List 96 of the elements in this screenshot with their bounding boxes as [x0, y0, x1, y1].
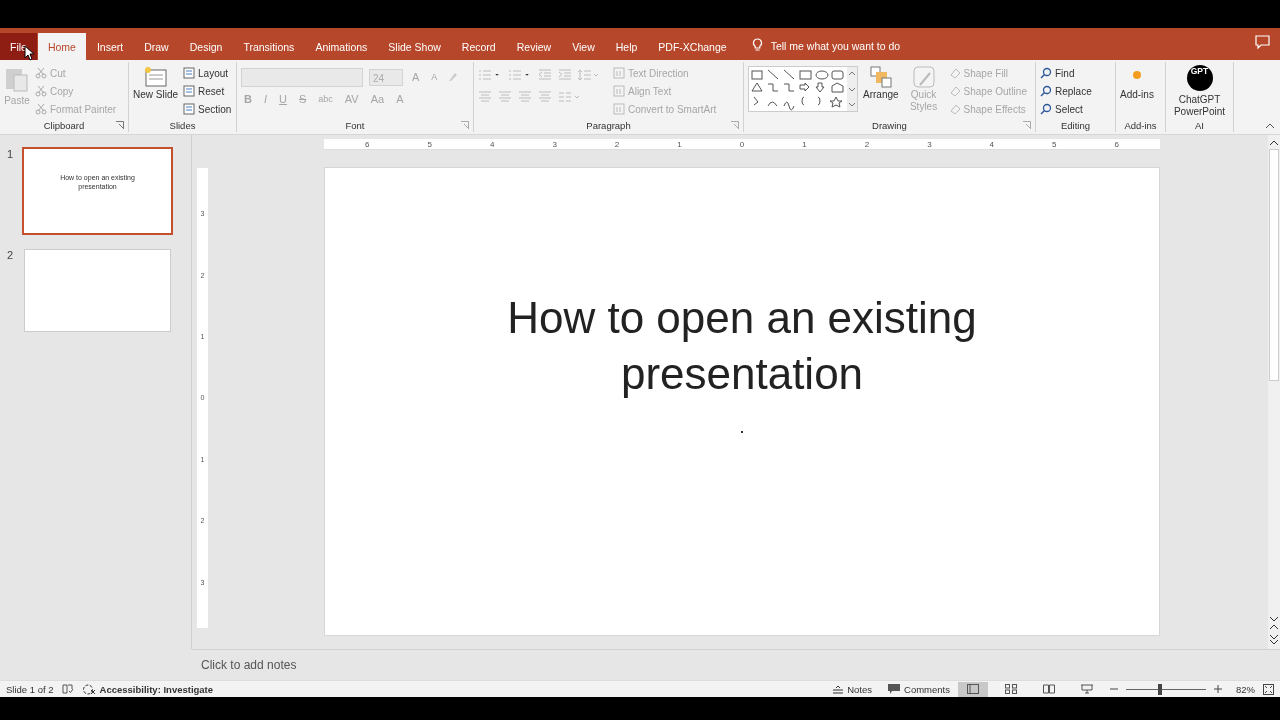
- ribbon-tab[interactable]: View: [562, 33, 605, 60]
- slide-title[interactable]: How to open an existing presentation: [462, 290, 1022, 402]
- normal-view-button[interactable]: [958, 681, 988, 697]
- dialog-launcher-icon[interactable]: [731, 121, 739, 129]
- accessibility-icon[interactable]: [81, 683, 96, 695]
- scissors-icon: [35, 85, 47, 97]
- scroll-up-icon[interactable]: [1269, 139, 1279, 147]
- editing-button[interactable]: Replace: [1040, 83, 1092, 99]
- arrange-button[interactable]: Arrange: [863, 65, 899, 101]
- dot-icon: [1132, 71, 1141, 79]
- group-label: Slides: [169, 119, 196, 131]
- slide-thumbnail[interactable]: [24, 249, 171, 332]
- editing-button[interactable]: Find: [1040, 65, 1092, 81]
- group-label: Editing: [1060, 119, 1091, 131]
- decrease-indent-icon[interactable]: [538, 69, 552, 81]
- dialog-launcher-icon[interactable]: [116, 121, 124, 129]
- zoom-level[interactable]: 82%: [1236, 683, 1255, 695]
- slide-number: 2: [7, 249, 15, 263]
- tell-me-search[interactable]: Tell me what you want to do: [770, 33, 901, 60]
- gpt-logo: GPT: [1186, 65, 1213, 91]
- projector-icon: [1081, 684, 1093, 694]
- fit-slide-icon[interactable]: [1263, 683, 1274, 695]
- dialog-launcher-icon[interactable]: [1023, 121, 1031, 129]
- ribbon-tab[interactable]: PDF-XChange: [648, 33, 737, 60]
- line-spacing-icon[interactable]: [578, 69, 600, 81]
- grid-icon: [1005, 684, 1017, 694]
- increase-indent-icon[interactable]: [558, 69, 572, 81]
- ribbon-tab[interactable]: Review: [506, 33, 562, 60]
- layout-icon: [183, 67, 196, 79]
- search-icon: [1040, 85, 1052, 97]
- ribbon-tab[interactable]: Help: [605, 33, 648, 60]
- shapes-gallery[interactable]: [748, 66, 858, 112]
- dialog-launcher-icon[interactable]: [461, 121, 469, 129]
- horizontal-ruler: 6 5 4 3 2 1 0 1 2 3 4 5 6: [324, 139, 1160, 150]
- ribbon-tab[interactable]: Home: [37, 33, 86, 60]
- ribbon-tab[interactable]: Record: [451, 33, 506, 60]
- ribbon-tab[interactable]: Transitions: [233, 33, 305, 60]
- group-label: Paragraph: [586, 119, 631, 131]
- slide-counter: Slide 1 of 2: [6, 683, 54, 695]
- numbering-icon[interactable]: [508, 69, 532, 81]
- minus-icon: [1110, 685, 1118, 693]
- alignment-icon[interactable]: [498, 91, 512, 103]
- text-box-icon: [613, 85, 625, 97]
- text-box-icon: [613, 103, 625, 115]
- group-label: AI: [1195, 119, 1204, 131]
- scissors-icon: [35, 67, 47, 79]
- ribbon-tab[interactable]: Insert: [86, 33, 134, 60]
- alignment-icon[interactable]: [478, 91, 492, 103]
- notes-button[interactable]: Notes: [833, 683, 873, 695]
- slides-button[interactable]: Section: [183, 101, 232, 117]
- normal-view-icon: [967, 684, 979, 694]
- slides-button[interactable]: Reset: [183, 83, 232, 99]
- plus-icon: [1214, 685, 1222, 693]
- group-label: Drawing: [872, 119, 907, 131]
- arrange-icon: [868, 65, 893, 89]
- editing-button[interactable]: Select: [1040, 101, 1092, 117]
- book-icon: [1043, 684, 1055, 694]
- scroll-arrows-icon[interactable]: [1269, 615, 1279, 645]
- search-icon: [1040, 67, 1052, 79]
- ribbon-tab[interactable]: File: [0, 33, 37, 60]
- slides-button[interactable]: Layout: [183, 65, 232, 81]
- ribbon-tab[interactable]: Draw: [134, 33, 179, 60]
- speech-bubble-icon: [888, 684, 901, 694]
- accessibility-status[interactable]: Accessibility: Investigate: [99, 683, 214, 695]
- group-label: Font: [345, 119, 365, 131]
- ribbon-tab[interactable]: Slide Show: [378, 33, 451, 60]
- collapse-ribbon-icon[interactable]: [1265, 123, 1275, 129]
- slide-canvas[interactable]: How to open an existing presentation: [324, 167, 1160, 636]
- clear-formatting-icon[interactable]: [446, 71, 459, 83]
- new-slide-button[interactable]: New Slide: [133, 65, 179, 101]
- slide-number: 1: [7, 148, 15, 162]
- lightbulb-icon: [751, 38, 763, 52]
- layout-icon: [183, 103, 196, 115]
- add-ins-button[interactable]: Add-ins: [1120, 65, 1154, 101]
- scissors-icon: [35, 103, 47, 115]
- comments-button[interactable]: Comments: [888, 683, 950, 695]
- spelling-check-icon[interactable]: [61, 684, 74, 694]
- vertical-scrollbar[interactable]: [1268, 135, 1280, 649]
- text-box-icon: [613, 67, 625, 79]
- layout-icon: [183, 85, 196, 97]
- comment-icon[interactable]: [1255, 35, 1270, 49]
- ribbon-tab[interactable]: Design: [179, 33, 233, 60]
- ribbon-tab[interactable]: Animations: [305, 33, 378, 60]
- notes-placeholder[interactable]: Click to add notes: [201, 658, 297, 672]
- zoom-out-button[interactable]: [1110, 685, 1118, 693]
- notes-icon: [833, 684, 844, 694]
- columns-icon[interactable]: [558, 91, 582, 103]
- alignment-icon[interactable]: [518, 91, 532, 103]
- search-icon: [1040, 103, 1052, 115]
- group-label: Clipboard: [43, 119, 85, 131]
- zoom-in-button[interactable]: [1214, 685, 1222, 693]
- text-cursor: [741, 431, 743, 433]
- new-slide-icon: [142, 65, 169, 89]
- chatgpt-button[interactable]: GPT ChatGPT PowerPoint: [1170, 65, 1229, 118]
- group-label: Add-ins: [1124, 119, 1157, 131]
- alignment-icon[interactable]: [538, 91, 552, 103]
